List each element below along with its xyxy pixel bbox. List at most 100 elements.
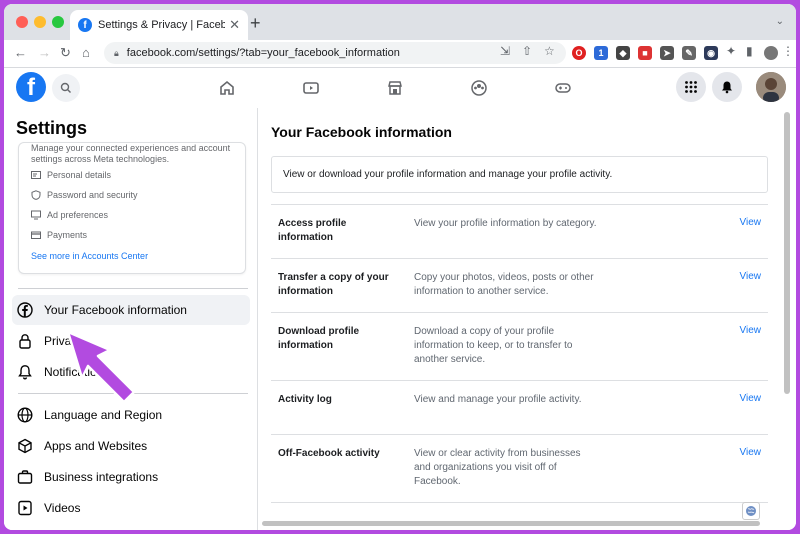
id-card-icon xyxy=(31,170,41,180)
browser-window: f Settings & Privacy | Facebook ✕ + ⌄ ← … xyxy=(4,4,796,530)
groups-nav-icon[interactable] xyxy=(468,77,490,99)
personal-details-label: Personal details xyxy=(47,170,112,180)
row-description: View or clear activity from businesses a… xyxy=(414,448,581,487)
lock-icon xyxy=(16,332,34,350)
facebook-favicon-icon: f xyxy=(78,18,92,32)
credit-card-icon xyxy=(31,230,41,240)
chrome-menu-icon[interactable]: ⋮ xyxy=(782,44,794,58)
home-nav-icon[interactable] xyxy=(216,77,238,99)
sidebar-item-videos[interactable]: Videos xyxy=(12,493,250,523)
row-description: Download a copy of your profile informat… xyxy=(414,326,573,365)
extension-blue-icon[interactable]: 1 xyxy=(594,46,608,60)
browser-toolbar: ← → ↻ ⌂ 🔒︎ facebook.com/settings/?tab=yo… xyxy=(4,40,796,68)
close-window-button[interactable] xyxy=(16,16,28,28)
personal-details-item[interactable]: Personal details xyxy=(31,170,111,180)
extension-send-icon[interactable]: ➤ xyxy=(660,46,674,60)
marketplace-nav-icon[interactable] xyxy=(384,77,406,99)
url-text: facebook.com/settings/?tab=your_facebook… xyxy=(126,47,400,59)
sidebar-item-label: Videos xyxy=(44,501,81,515)
watch-nav-icon[interactable] xyxy=(300,77,322,99)
view-link[interactable]: View xyxy=(740,447,762,458)
search-icon xyxy=(60,82,71,93)
list-item-off-facebook-activity: Off-Facebook activity View or clear acti… xyxy=(271,434,768,502)
sidebar-item-label: Business integrations xyxy=(44,470,159,484)
extension-pen-icon[interactable]: ✎ xyxy=(682,46,696,60)
reload-icon[interactable]: ↻ xyxy=(60,45,71,61)
view-link[interactable]: View xyxy=(740,393,762,404)
payments-item[interactable]: Payments xyxy=(31,230,87,240)
row-label: Transfer a copy of your information xyxy=(278,272,389,297)
extension-dark-icon[interactable]: ■ xyxy=(638,46,652,60)
home-icon[interactable]: ⌂ xyxy=(82,45,90,60)
accounts-center-description: Manage your connected experiences and ac… xyxy=(31,143,231,164)
ad-preferences-label: Ad preferences xyxy=(47,210,109,220)
view-link[interactable]: View xyxy=(740,325,762,336)
facebook-logo-icon[interactable]: f xyxy=(16,72,46,102)
search-button[interactable] xyxy=(52,74,80,102)
settings-sidebar: Settings Manage your connected experienc… xyxy=(4,108,258,530)
grid-icon xyxy=(685,81,697,93)
list-item-download-profile: Download profile information Download a … xyxy=(271,312,768,380)
row-label: Off-Facebook activity xyxy=(278,448,380,459)
address-bar[interactable]: 🔒︎ facebook.com/settings/?tab=your_faceb… xyxy=(104,42,566,64)
globe-icon xyxy=(16,406,34,424)
view-link[interactable]: View xyxy=(740,217,762,228)
sidebar-item-label: Apps and Websites xyxy=(44,439,148,453)
extensions-puzzle-icon[interactable]: ✦ xyxy=(726,44,736,58)
extension-eye-icon[interactable]: ◉ xyxy=(704,46,718,60)
row-label: Access profile information xyxy=(278,218,347,243)
intro-box: View or download your profile informatio… xyxy=(271,156,768,193)
row-description: View your profile information by categor… xyxy=(414,218,597,229)
share-icon[interactable]: ⇧ xyxy=(522,44,532,58)
view-link[interactable]: View xyxy=(740,271,762,282)
tab-title: Settings & Privacy | Facebook xyxy=(98,19,226,31)
accounts-center-card: Manage your connected experiences and ac… xyxy=(18,142,246,274)
row-label: Download profile information xyxy=(278,326,360,351)
facebook-header: f xyxy=(4,68,796,108)
annotation-arrow-icon xyxy=(66,330,136,404)
page-title: Your Facebook information xyxy=(271,124,452,140)
profile-avatar[interactable] xyxy=(756,72,786,102)
briefcase-icon xyxy=(16,468,34,486)
install-icon[interactable]: ⇲ xyxy=(500,44,510,58)
translate-globe-icon[interactable] xyxy=(742,502,760,520)
settings-main: Your Facebook information View or downlo… xyxy=(258,108,796,530)
shield-icon xyxy=(31,190,41,200)
horizontal-scrollbar[interactable] xyxy=(262,521,760,526)
profile-avatar-icon[interactable] xyxy=(764,46,778,60)
side-panel-icon[interactable]: ▮ xyxy=(746,44,753,58)
minimize-window-button[interactable] xyxy=(34,16,46,28)
intro-text: View or download your profile informatio… xyxy=(283,169,613,180)
notifications-button[interactable] xyxy=(712,72,742,102)
back-icon[interactable]: ← xyxy=(14,45,27,60)
gaming-nav-icon[interactable] xyxy=(552,77,574,99)
vertical-scrollbar[interactable] xyxy=(784,112,790,394)
see-more-accounts-center-link[interactable]: See more in Accounts Center xyxy=(31,251,148,261)
close-tab-icon[interactable]: ✕ xyxy=(229,17,240,33)
lock-icon: 🔒︎ xyxy=(114,47,119,58)
list-item-activity-log: Activity log View and manage your profil… xyxy=(271,380,768,434)
forward-icon[interactable]: → xyxy=(38,45,51,60)
sidebar-item-label: Language and Region xyxy=(44,408,163,422)
settings-title: Settings xyxy=(16,118,88,138)
bell-icon xyxy=(722,81,732,94)
facebook-icon xyxy=(16,301,34,319)
sidebar-divider xyxy=(18,288,248,289)
sidebar-item-apps-websites[interactable]: Apps and Websites xyxy=(12,431,250,461)
sidebar-item-business-integrations[interactable]: Business integrations xyxy=(12,462,250,492)
tab-strip: f Settings & Privacy | Facebook ✕ + ⌄ xyxy=(4,4,796,40)
password-security-item[interactable]: Password and security xyxy=(31,190,138,200)
new-tab-button[interactable]: + xyxy=(250,13,261,34)
sidebar-item-your-facebook-information[interactable]: Your Facebook information xyxy=(12,295,250,325)
extension-red-icon[interactable]: O xyxy=(572,46,586,60)
extension-ghost-icon[interactable]: ◆ xyxy=(616,46,630,60)
browser-tab[interactable]: f Settings & Privacy | Facebook ✕ xyxy=(70,10,248,40)
maximize-window-button[interactable] xyxy=(52,16,64,28)
cube-icon xyxy=(16,437,34,455)
tab-search-icon[interactable]: ⌄ xyxy=(776,16,784,27)
bookmark-star-icon[interactable]: ☆ xyxy=(544,44,555,58)
ad-preferences-item[interactable]: Ad preferences xyxy=(31,210,108,220)
menu-grid-button[interactable] xyxy=(676,72,706,102)
sidebar-item-label: Your Facebook information xyxy=(44,303,187,317)
row-label: Activity log xyxy=(278,394,332,405)
